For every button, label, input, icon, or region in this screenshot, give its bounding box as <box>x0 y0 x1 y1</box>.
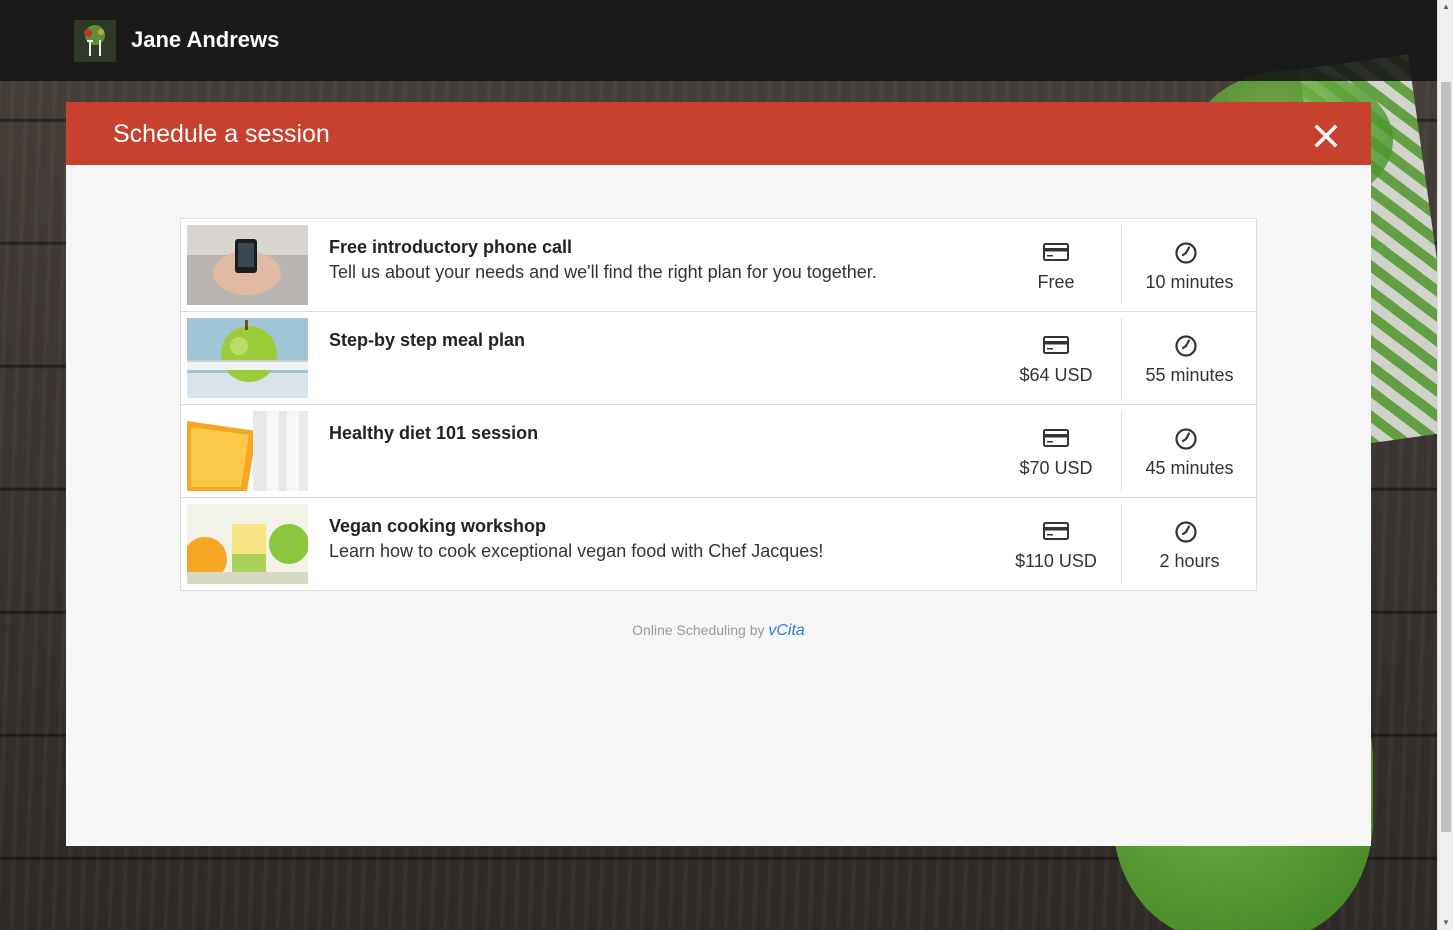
service-price: Free <box>1037 272 1075 292</box>
service-name: Vegan cooking workshop <box>329 516 547 536</box>
price-cell: $70 USD <box>991 405 1121 497</box>
scroll-down-arrow-icon[interactable]: ▼ <box>1438 916 1453 930</box>
phone-in-hands-photo <box>187 225 308 305</box>
powered-by-prefix: Online Scheduling by <box>632 622 765 638</box>
duration-cell: 55 minutes <box>1121 318 1257 398</box>
business-name[interactable]: Jane Andrews <box>131 27 279 53</box>
credit-card-icon <box>1043 522 1069 545</box>
service-duration: 55 minutes <box>1145 365 1234 385</box>
scrollbar-thumb[interactable] <box>1441 82 1451 832</box>
clock-icon <box>1174 520 1198 549</box>
service-price: $64 USD <box>1019 365 1093 385</box>
modal-header: Schedule a session <box>66 102 1371 165</box>
duration-cell: 45 minutes <box>1121 411 1257 491</box>
clock-icon <box>1174 334 1198 363</box>
service-row-healthy-diet[interactable]: Healthy diet 101 session $70 USD 45 minu… <box>181 405 1256 498</box>
powered-by: Online Scheduling by vCita <box>66 622 1371 640</box>
price-cell: $110 USD <box>991 498 1121 590</box>
tree-fork-logo-icon[interactable] <box>74 20 116 62</box>
service-name: Step-by step meal plan <box>329 330 526 350</box>
services-list: Free introductory phone call Tell us abo… <box>180 218 1257 591</box>
duration-cell: 2 hours <box>1121 504 1257 584</box>
service-description: Tell us about your needs and we'll find … <box>329 262 877 282</box>
service-name: Free introductory phone call <box>329 237 573 257</box>
schedule-modal: Schedule a session Free introductory pho… <box>66 102 1371 846</box>
service-duration: 2 hours <box>1159 551 1220 571</box>
price-cell: Free <box>991 219 1121 311</box>
service-duration: 10 minutes <box>1145 272 1234 292</box>
clock-icon <box>1174 241 1198 270</box>
service-price: $110 USD <box>1015 551 1097 571</box>
service-name: Healthy diet 101 session <box>329 423 539 443</box>
apple-with-measuring-tape-photo <box>187 318 308 398</box>
credit-card-icon <box>1043 336 1069 359</box>
credit-card-icon <box>1043 429 1069 452</box>
price-cell: $64 USD <box>991 312 1121 404</box>
clock-icon <box>1174 427 1198 456</box>
modal-title: Schedule a session <box>113 120 330 148</box>
orange-with-measuring-tape-photo <box>187 411 308 491</box>
top-header: Jane Andrews <box>0 0 1437 81</box>
service-row-vegan-workshop[interactable]: Vegan cooking workshop Learn how to cook… <box>181 498 1256 590</box>
page-scrollbar[interactable]: ▲ ▼ <box>1437 0 1453 930</box>
service-row-meal-plan[interactable]: Step-by step meal plan $64 USD 55 minute… <box>181 312 1256 405</box>
close-icon[interactable] <box>1311 121 1341 151</box>
vcita-link[interactable]: vCita <box>768 622 804 639</box>
credit-card-icon <box>1043 243 1069 266</box>
duration-cell: 10 minutes <box>1121 225 1257 305</box>
scroll-up-arrow-icon[interactable]: ▲ <box>1438 0 1453 14</box>
service-price: $70 USD <box>1019 458 1093 478</box>
service-row-phone-call[interactable]: Free introductory phone call Tell us abo… <box>181 219 1256 312</box>
fruits-and-juice-photo <box>187 504 308 584</box>
service-duration: 45 minutes <box>1145 458 1234 478</box>
service-description: Learn how to cook exceptional vegan food… <box>329 541 824 561</box>
